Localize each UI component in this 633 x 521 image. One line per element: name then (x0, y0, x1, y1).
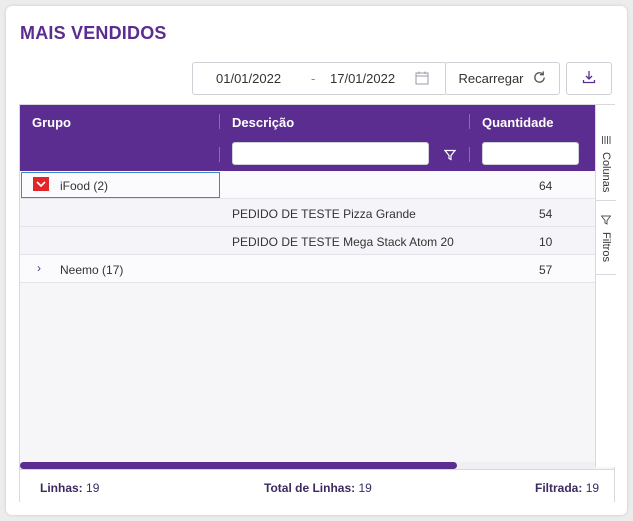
column-header-descricao[interactable]: Descrição (232, 115, 294, 130)
columns-label: Colunas (600, 152, 612, 193)
group-label: iFood (2) (60, 179, 109, 193)
filters-label: Filtros (600, 232, 612, 262)
filter-icon[interactable] (443, 148, 457, 166)
filtered-count: Filtrada: 19 (535, 481, 600, 495)
top-sellers-card: MAIS VENDIDOS 01/01/2022 - 17/01/2022 Re… (6, 6, 627, 515)
columns-icon (601, 135, 611, 148)
lines-count: Linhas: 19 (40, 481, 100, 495)
group-label: Neemo (17) (60, 263, 124, 277)
collapse-icon[interactable] (33, 177, 49, 191)
column-divider (469, 147, 470, 162)
date-separator: - (311, 71, 316, 86)
chevron-right-icon[interactable]: › (37, 261, 41, 275)
focused-cell (21, 172, 220, 198)
data-grid: Grupo Descrição Quantidade iFood (2) 64 (19, 104, 616, 502)
end-date[interactable]: 17/01/2022 (330, 71, 395, 86)
reload-button[interactable]: Recarregar (445, 62, 560, 95)
download-button[interactable] (566, 62, 612, 95)
scrollbar-thumb[interactable] (20, 462, 457, 469)
refresh-icon (532, 70, 547, 88)
description-cell: PEDIDO DE TESTE Mega Stack Atom 20 (232, 235, 454, 249)
column-divider (219, 147, 220, 162)
reload-label: Recarregar (458, 71, 524, 86)
description-cell: PEDIDO DE TESTE Pizza Grande (232, 207, 416, 221)
calendar-icon[interactable] (415, 71, 429, 88)
tool-panel-sidebar: Colunas Filtros (595, 105, 616, 467)
column-header-grupo[interactable]: Grupo (32, 115, 71, 130)
quantity-cell: 64 (539, 179, 553, 193)
table-row[interactable]: iFood (2) 64 (20, 171, 595, 199)
total-lines-count: Total de Linhas: 19 (264, 481, 372, 495)
column-divider[interactable] (219, 114, 220, 129)
filter-icon (600, 215, 612, 228)
description-filter-input[interactable] (232, 142, 429, 165)
page-title: MAIS VENDIDOS (20, 23, 167, 43)
tab-columns[interactable]: Colunas (596, 105, 616, 201)
table-row[interactable]: PEDIDO DE TESTE Mega Stack Atom 20 10 (20, 227, 595, 255)
column-header-quantidade[interactable]: Quantidade (482, 115, 554, 130)
grid-status-bar: Linhas: 19 Total de Linhas: 19 Filtrada:… (20, 469, 614, 502)
quantity-filter-input[interactable] (482, 142, 579, 165)
start-date[interactable]: 01/01/2022 (216, 71, 281, 86)
tab-filters[interactable]: Filtros (596, 205, 616, 275)
date-range-picker[interactable]: 01/01/2022 - 17/01/2022 (192, 62, 447, 95)
table-row[interactable]: › Neemo (17) 57 (20, 255, 595, 283)
column-divider[interactable] (469, 114, 470, 129)
horizontal-scrollbar[interactable] (20, 462, 595, 469)
download-icon (582, 70, 596, 87)
quantity-cell: 54 (539, 207, 553, 221)
quantity-cell: 10 (539, 235, 553, 249)
grid-header: Grupo Descrição Quantidade (20, 105, 595, 138)
filter-row (20, 138, 595, 171)
table-row[interactable]: PEDIDO DE TESTE Pizza Grande 54 (20, 199, 595, 227)
quantity-cell: 57 (539, 263, 553, 277)
